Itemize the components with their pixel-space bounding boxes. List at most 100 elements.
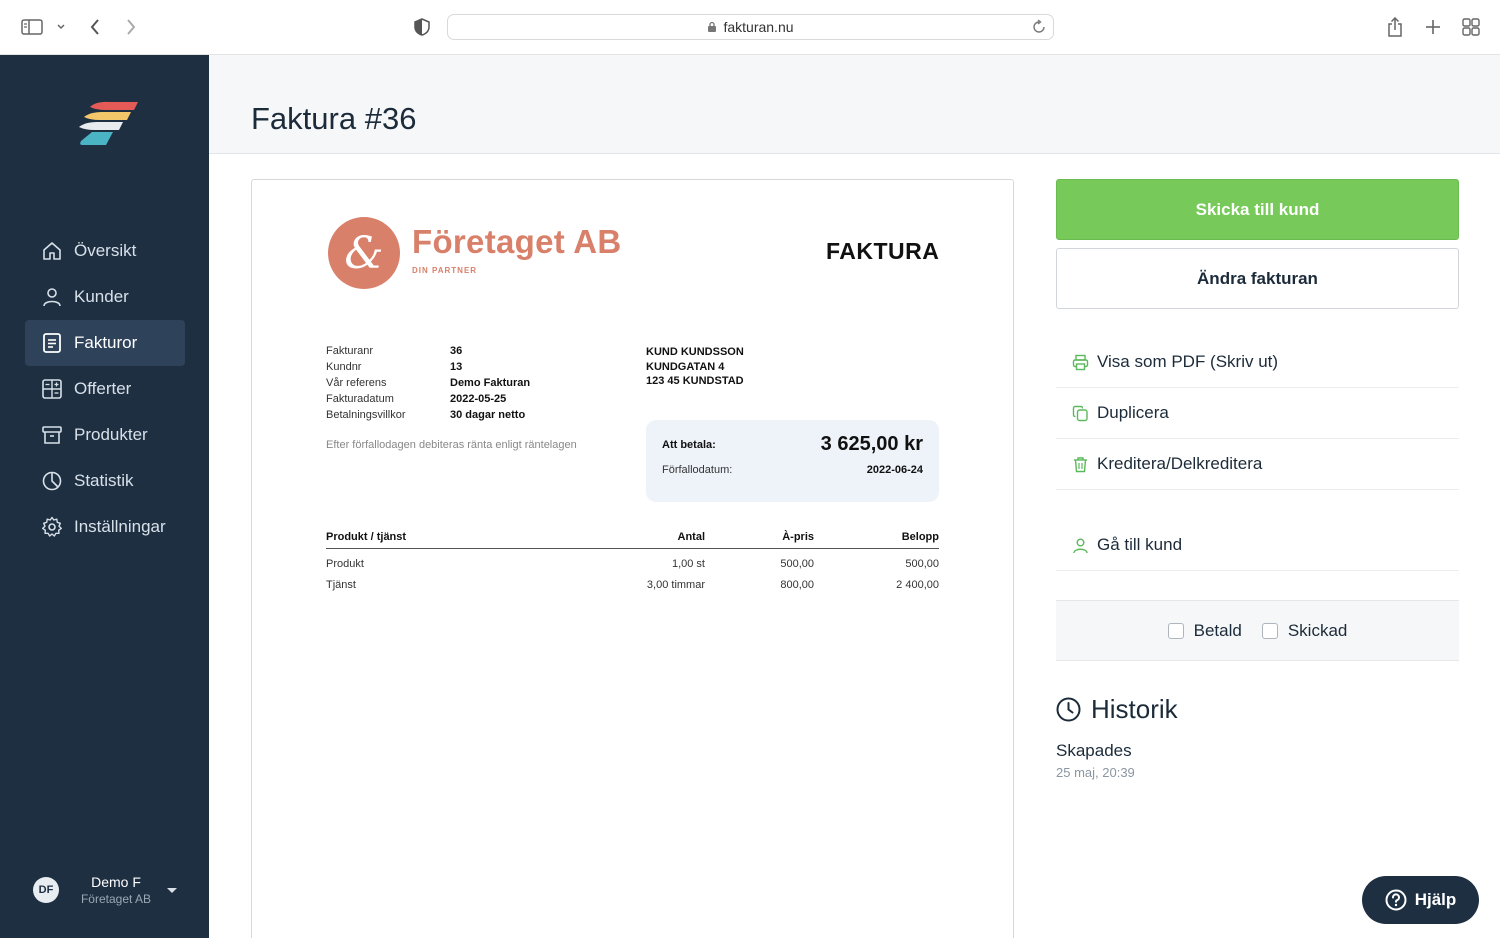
reload-icon[interactable]: [1031, 19, 1047, 35]
meta-row: Betalningsvillkor 30 dagar netto: [326, 409, 530, 425]
customer-name: KUND KUNDSSON: [646, 346, 744, 358]
logo-tagline: DIN PARTNER: [412, 266, 478, 275]
sent-checkbox[interactable]: Skickad: [1261, 621, 1347, 641]
app-logo[interactable]: [76, 101, 138, 145]
view-pdf-action[interactable]: Visa som PDF (Skriv ut): [1056, 337, 1459, 388]
meta-label: Fakturanr: [326, 345, 374, 357]
customer-city: 123 45 KUNDSTAD: [646, 375, 744, 387]
sidebar-item-label: Kunder: [74, 287, 129, 306]
new-tab-icon[interactable]: [1420, 14, 1446, 40]
page-title: Faktura #36: [251, 101, 417, 136]
share-icon[interactable]: [1382, 14, 1408, 40]
user-icon: [1072, 537, 1089, 554]
due-date-label: Förfallodatum:: [662, 464, 733, 476]
checkbox-box[interactable]: [1261, 622, 1278, 639]
meta-row: Vår referens Demo Fakturan: [326, 377, 530, 393]
invoice-meta: Fakturanr 36 Kundnr 13 Vår referens Demo Fa…: [326, 345, 530, 425]
company-logo: & Företaget AB DIN PARTNER: [328, 217, 628, 293]
cell-qty: 3,00 timmar: [646, 579, 705, 591]
edit-invoice-button[interactable]: Ändra fakturan: [1056, 248, 1459, 309]
amount-due-value: 3 625,00 kr: [820, 433, 923, 455]
go-to-customer-action[interactable]: Gå till kund: [1056, 520, 1459, 571]
sidebar-item-statistik[interactable]: Statistik: [25, 458, 185, 504]
table-header: Produkt / tjänst Antal À-pris Belopp: [326, 531, 939, 549]
customer-address: KUND KUNDSSON KUNDGATAN 4 123 45 KUNDSTA…: [646, 345, 744, 389]
col-sum-header: Belopp: [901, 531, 939, 543]
sidebar: Översikt Kunder Fakturor Offerter Produk…: [0, 55, 209, 938]
sidebar-item-label: Produkter: [74, 425, 148, 444]
user-menu[interactable]: DF Demo F Företaget AB: [33, 870, 183, 910]
sidebar-item-kunder[interactable]: Kunder: [25, 274, 185, 320]
status-checkboxes: Betald Skickad: [1056, 600, 1459, 661]
sidebar-nav: Översikt Kunder Fakturor Offerter Produk…: [25, 228, 185, 550]
action-label: Gå till kund: [1097, 535, 1183, 554]
send-to-customer-button[interactable]: Skicka till kund: [1056, 179, 1459, 240]
payment-summary: Att betala: 3 625,00 kr Förfallodatum: 2…: [646, 420, 939, 502]
sidebar-item-label: Statistik: [74, 471, 134, 490]
cell-product: Produkt: [326, 558, 364, 570]
page-header: Faktura #36: [209, 55, 1500, 154]
sidebar-item-installningar[interactable]: Inställningar: [25, 504, 185, 550]
user-company: Företaget AB: [80, 892, 152, 906]
sidebar-item-oversikt[interactable]: Översikt: [25, 228, 185, 274]
user-icon: [41, 286, 63, 308]
logo-company-name: Företaget AB: [412, 223, 622, 260]
sidebar-item-label: Offerter: [74, 379, 132, 398]
box-icon: [41, 424, 63, 446]
tab-overview-icon[interactable]: [1458, 14, 1484, 40]
cell-sum: 500,00: [905, 558, 939, 570]
action-label: Duplicera: [1097, 403, 1169, 422]
meta-value: 2022-05-25: [450, 393, 507, 405]
cell-price: 500,00: [780, 558, 814, 570]
sidebar-item-label: Fakturor: [74, 333, 138, 352]
paid-label: Betald: [1193, 620, 1242, 640]
user-info: Demo F Företaget AB: [71, 873, 161, 907]
avatar: DF: [33, 877, 59, 903]
cell-product: Tjänst: [326, 579, 356, 591]
meta-row: Fakturanr 36: [326, 345, 530, 361]
invoice-icon: [41, 332, 63, 354]
caret-down-icon: [167, 887, 177, 893]
sidebar-item-produkter[interactable]: Produkter: [25, 412, 185, 458]
meta-label: Fakturadatum: [326, 393, 394, 405]
question-circle-icon: [1385, 889, 1407, 911]
meta-label: Betalningsvillkor: [326, 409, 406, 421]
action-label: Kreditera/Delkreditera: [1097, 454, 1263, 473]
col-qty-header: Antal: [677, 531, 706, 543]
back-arrow-icon[interactable]: [82, 14, 108, 40]
meta-label: Vår referens: [326, 377, 387, 389]
help-button[interactable]: Hjälp: [1362, 876, 1479, 924]
privacy-shield-icon[interactable]: [409, 14, 435, 40]
due-date-value: 2022-06-24: [866, 464, 923, 476]
printer-icon: [1072, 354, 1089, 371]
history-title: Historik: [1091, 694, 1178, 724]
trash-icon: [1072, 456, 1089, 473]
meta-label: Kundnr: [326, 361, 362, 373]
checkbox-box[interactable]: [1167, 622, 1184, 639]
copy-icon: [1072, 405, 1089, 422]
sidebar-item-offerter[interactable]: Offerter: [25, 366, 185, 412]
invoice-items-table: Produkt / tjänst Antal À-pris Belopp Pro…: [326, 531, 939, 591]
customer-street: KUNDGATAN 4: [646, 360, 725, 373]
cell-price: 800,00: [780, 579, 814, 591]
amount-due-label: Att betala:: [662, 439, 716, 451]
meta-value: 30 dagar netto: [450, 409, 526, 421]
sidebar-item-fakturor[interactable]: Fakturor: [25, 320, 185, 366]
pie-chart-icon: [41, 470, 63, 492]
table-row: Tjänst 3,00 timmar 800,00 2 400,00: [326, 570, 939, 591]
help-label: Hjälp: [1414, 890, 1457, 909]
address-bar[interactable]: fakturan.nu: [447, 14, 1054, 40]
paid-checkbox[interactable]: Betald: [1167, 620, 1242, 641]
meta-value: Demo Fakturan: [450, 377, 531, 389]
credit-action[interactable]: Kreditera/Delkreditera: [1056, 439, 1459, 490]
interest-note: Efter förfallodagen debiteras ränta enli…: [326, 439, 577, 451]
chevron-down-icon[interactable]: [48, 14, 74, 40]
sidebar-item-label: Inställningar: [74, 517, 166, 536]
forward-arrow-icon[interactable]: [118, 14, 144, 40]
invoice-preview: & Företaget AB DIN PARTNER FAKTURA Faktu…: [251, 179, 1014, 938]
sidebar-item-label: Översikt: [74, 241, 137, 260]
sidebar-toggle-icon[interactable]: [19, 14, 45, 40]
home-icon: [41, 240, 63, 262]
cell-qty: 1,00 st: [671, 558, 705, 570]
duplicate-action[interactable]: Duplicera: [1056, 388, 1459, 439]
